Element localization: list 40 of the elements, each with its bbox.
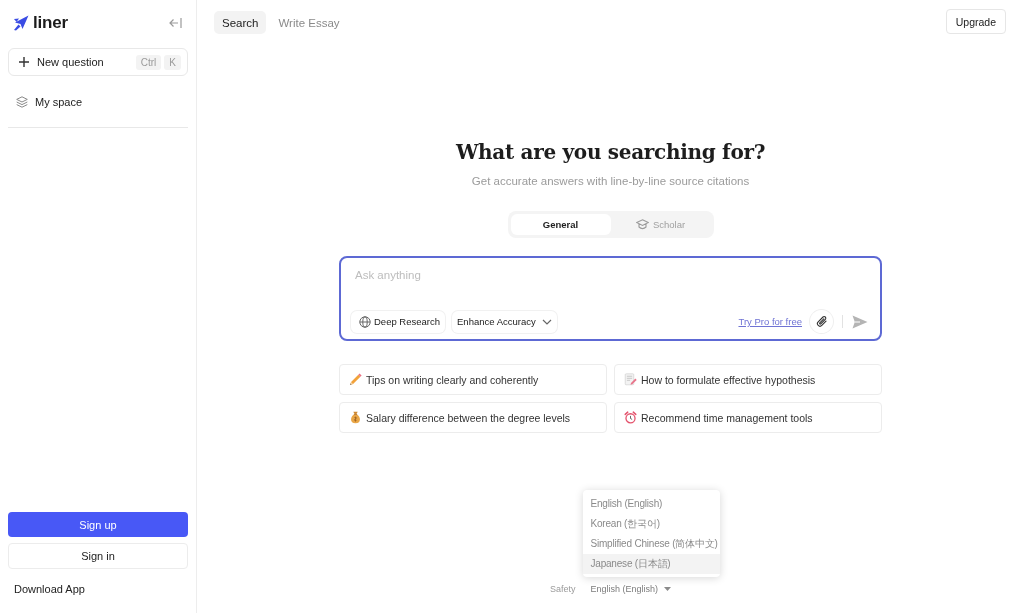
collapse-sidebar-icon[interactable]	[169, 17, 182, 29]
download-app-link[interactable]: Download App	[14, 582, 85, 596]
mode-tab[interactable]: General	[510, 214, 611, 235]
accuracy-dropdown[interactable]: Enhance Accuracy	[452, 310, 557, 333]
deep-research-toggle[interactable]: Deep Research	[351, 310, 445, 333]
try-pro-link[interactable]: Try Pro for free	[738, 316, 802, 327]
new-question-button[interactable]: New question Ctrl K	[8, 48, 188, 76]
suggestion-card[interactable]: Salary difference between the degree levels	[339, 402, 607, 433]
memo-icon	[624, 373, 637, 386]
send-icon[interactable]	[852, 314, 868, 329]
question-input[interactable]: Ask anything	[351, 265, 868, 285]
top-tab[interactable]: Search	[214, 11, 267, 34]
plus-icon	[19, 57, 29, 67]
pencil-icon	[349, 373, 362, 386]
caret-down-icon	[664, 587, 671, 591]
language-option[interactable]: English (English)	[583, 494, 721, 514]
sign-up-button[interactable]: Sign up	[8, 512, 188, 537]
logo-text: liner	[33, 13, 68, 33]
language-option[interactable]: Simplified Chinese (简体中文)	[583, 534, 721, 554]
paperclip-icon	[815, 315, 828, 328]
money-bag-icon	[349, 411, 362, 424]
alarm-clock-icon	[624, 411, 637, 424]
sidebar-item[interactable]: My space	[8, 91, 188, 113]
chevron-down-icon	[541, 318, 552, 325]
logo-icon	[13, 15, 29, 31]
shortcut-key: K	[164, 54, 181, 70]
page-heading: What are you searching for?	[455, 139, 766, 166]
shortcut-key: Ctrl	[135, 54, 162, 70]
graduation-cap-icon	[635, 219, 649, 230]
sign-in-button[interactable]: Sign in	[8, 543, 188, 569]
suggestion-card[interactable]: How to formulate effective hypothesis	[614, 364, 882, 395]
language-option[interactable]: Korean (한국어)	[583, 514, 721, 534]
globe-icon	[359, 315, 371, 328]
suggestion-card[interactable]: Recommend time management tools	[614, 402, 882, 433]
layers-icon	[16, 96, 28, 108]
top-tab[interactable]: Write Essay	[270, 11, 348, 34]
page-subheading: Get accurate answers with line-by-line source citations	[471, 174, 750, 188]
upgrade-button[interactable]: Upgrade	[945, 9, 1006, 34]
suggestion-card[interactable]: Tips on writing clearly and coherently	[339, 364, 607, 395]
language-select[interactable]: English (English)	[590, 582, 671, 596]
